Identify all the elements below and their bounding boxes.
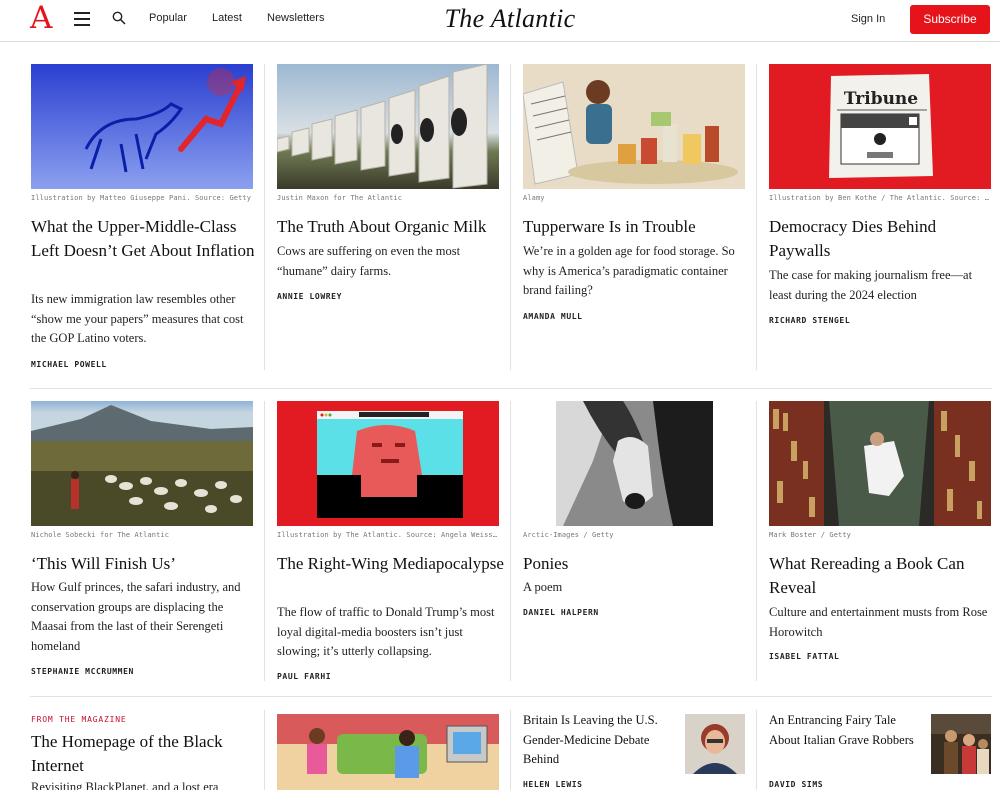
subscribe-button[interactable]: Subscribe (910, 5, 990, 34)
article-image[interactable] (277, 714, 499, 790)
article-dek: Revisiting BlackPlanet, and a lost era (31, 780, 219, 790)
article-author[interactable]: ISABEL FATTAL (769, 652, 839, 661)
article-headline[interactable]: What the Upper-Middle-Class Left Doesn’t… (31, 215, 259, 263)
nav-latest[interactable]: Latest (212, 12, 242, 24)
article-dek: The flow of traffic to Donald Trump’s mo… (277, 605, 495, 658)
row-divider (30, 696, 992, 697)
article-dek: Its new immigration law resembles other … (31, 292, 244, 345)
nav-popular[interactable]: Popular (149, 12, 187, 24)
image-credit: Justin Maxon for The Atlantic (277, 194, 403, 202)
image-credit: Mark Boster / Getty (769, 531, 851, 539)
article-author[interactable]: MICHAEL POWELL (31, 360, 107, 369)
article-headline[interactable]: Tupperware Is in Trouble (523, 215, 751, 239)
article-dek: Culture and entertainment musts from Ros… (769, 605, 988, 639)
article-headline[interactable]: The Homepage of the Black Internet (31, 730, 259, 778)
article-headline[interactable]: An Entrancing Fairy Tale About Italian G… (769, 711, 919, 750)
article-dek: The case for making journalism free—at l… (769, 268, 973, 302)
article-headline[interactable]: The Right-Wing Mediapocalypse (277, 552, 505, 576)
article-author[interactable]: RICHARD STENGEL (769, 316, 850, 325)
article-headline[interactable]: Ponies (523, 552, 751, 576)
article-dek: Cows are suffering on even the most “hum… (277, 244, 461, 278)
column-divider (756, 401, 757, 681)
image-credit: Alamy (523, 194, 545, 202)
article-author[interactable]: DAVID SIMS (769, 780, 823, 789)
column-divider (510, 64, 511, 370)
article-image[interactable]: Tribune (769, 64, 991, 189)
article-image[interactable] (769, 401, 991, 526)
article-author[interactable]: PAUL FARHI (277, 672, 331, 681)
section-kicker[interactable]: FROM THE MAGAZINE (31, 715, 126, 724)
article-author[interactable]: STEPHANIE MCCRUMMEN (31, 667, 134, 676)
masthead-wordmark[interactable]: The Atlantic (410, 4, 610, 34)
column-divider (264, 710, 265, 790)
article-headline[interactable]: Britain Is Leaving the U.S. Gender-Medic… (523, 711, 673, 770)
article-headline[interactable]: The Truth About Organic Milk (277, 215, 505, 239)
column-divider (264, 64, 265, 370)
article-author[interactable]: AMANDA MULL (523, 312, 583, 321)
article-headline[interactable]: ‘This Will Finish Us’ (31, 552, 259, 576)
article-dek: A poem (523, 580, 563, 594)
sign-in-link[interactable]: Sign In (851, 13, 885, 25)
article-image[interactable] (277, 64, 499, 189)
article-dek: We’re in a golden age for food storage. … (523, 244, 735, 297)
article-headline[interactable]: Democracy Dies Behind Paywalls (769, 215, 997, 263)
article-author[interactable]: ANNIE LOWREY (277, 292, 342, 301)
article-thumbnail[interactable] (685, 714, 745, 774)
tribune-nameplate: Tribune (844, 89, 918, 109)
image-credit: Arctic-Images / Getty (523, 531, 614, 539)
atlantic-logo[interactable]: A (30, 2, 52, 34)
column-divider (756, 710, 757, 790)
image-credit: Illustration by Ben Kothe / The Atlantic… (769, 194, 991, 202)
image-credit: Illustration by The Atlantic. Source: An… (277, 531, 499, 539)
article-image[interactable] (31, 64, 253, 189)
article-image[interactable] (277, 401, 499, 526)
article-author[interactable]: HELEN LEWIS (523, 780, 583, 789)
article-author[interactable]: DANIEL HALPERN (523, 608, 599, 617)
column-divider (756, 64, 757, 370)
hamburger-menu-icon[interactable] (74, 12, 90, 26)
search-icon[interactable] (112, 11, 126, 25)
column-divider (510, 401, 511, 681)
column-divider (510, 710, 511, 790)
article-headline[interactable]: What Rereading a Book Can Reveal (769, 552, 997, 600)
article-thumbnail[interactable] (931, 714, 991, 774)
article-dek: How Gulf princes, the safari industry, a… (31, 580, 241, 653)
site-header: A Popular Latest Newsletters The Atlanti… (0, 0, 1000, 42)
nav-newsletters[interactable]: Newsletters (267, 12, 324, 24)
article-image[interactable] (523, 64, 745, 189)
article-image[interactable] (31, 401, 253, 526)
image-credit: Nichole Sobecki for The Atlantic (31, 531, 170, 539)
article-image[interactable] (523, 401, 745, 526)
column-divider (264, 401, 265, 681)
row-divider (30, 388, 992, 389)
image-credit: Illustration by Matteo Giuseppe Pani. So… (31, 194, 252, 202)
